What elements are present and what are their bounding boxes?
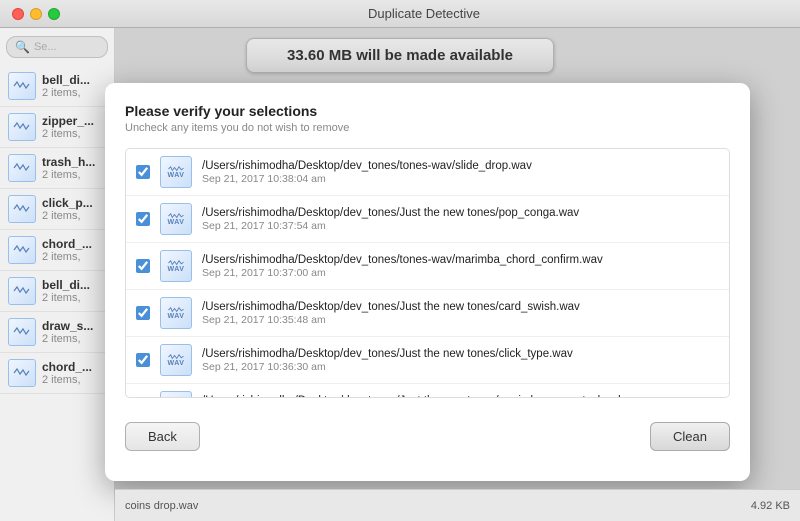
file-item-1: WAV /Users/rishimodha/Desktop/dev_tones/…: [126, 196, 729, 243]
search-icon: 🔍: [15, 40, 30, 54]
clean-button[interactable]: Clean: [650, 422, 730, 451]
sidebar-item-sub-2: 2 items,: [42, 169, 95, 181]
sidebar-item-name-1: zipper_...: [42, 114, 94, 128]
bottom-bar: coins drop.wav 4.92 KB: [115, 489, 800, 521]
file-info-2: /Users/rishimodha/Desktop/dev_tones/tone…: [202, 254, 719, 279]
sidebar-file-icon-4: [8, 236, 36, 264]
sidebar-file-icon-7: [8, 359, 36, 387]
sidebar-file-icon-0: [8, 72, 36, 100]
sidebar-item-6[interactable]: draw_s... 2 items,: [0, 312, 114, 353]
file-item-3: WAV /Users/rishimodha/Desktop/dev_tones/…: [126, 290, 729, 337]
modal-dialog: Please verify your selections Uncheck an…: [105, 83, 750, 481]
file-checkbox-0[interactable]: [136, 165, 150, 179]
wav-file-icon-0: WAV: [160, 156, 192, 188]
file-path-4: /Users/rishimodha/Desktop/dev_tones/Just…: [202, 348, 719, 360]
sidebar-file-icon-5: [8, 277, 36, 305]
modal-subtitle: Uncheck any items you do not wish to rem…: [125, 122, 730, 134]
wav-file-icon-5: WAV: [160, 391, 192, 397]
file-date-0: Sep 21, 2017 10:38:04 am: [202, 173, 719, 185]
sidebar-item-sub-3: 2 items,: [42, 210, 93, 222]
file-item-4: WAV /Users/rishimodha/Desktop/dev_tones/…: [126, 337, 729, 384]
sidebar-item-0[interactable]: bell_di... 2 items,: [0, 66, 114, 107]
sidebar-item-sub-7: 2 items,: [42, 374, 92, 386]
file-path-2: /Users/rishimodha/Desktop/dev_tones/tone…: [202, 254, 719, 266]
back-button[interactable]: Back: [125, 422, 200, 451]
file-info-4: /Users/rishimodha/Desktop/dev_tones/Just…: [202, 348, 719, 373]
sidebar-item-5[interactable]: bell_di... 2 items,: [0, 271, 114, 312]
sidebar-item-sub-0: 2 items,: [42, 87, 90, 99]
sidebar-item-name-0: bell_di...: [42, 73, 90, 87]
file-info-3: /Users/rishimodha/Desktop/dev_tones/Just…: [202, 301, 719, 326]
close-button[interactable]: [12, 8, 24, 20]
sidebar-file-icon-6: [8, 318, 36, 346]
file-item-2: WAV /Users/rishimodha/Desktop/dev_tones/…: [126, 243, 729, 290]
maximize-button[interactable]: [48, 8, 60, 20]
bottom-bar-text: coins drop.wav: [125, 500, 198, 512]
sidebar-item-name-2: trash_h...: [42, 155, 95, 169]
sidebar-item-sub-6: 2 items,: [42, 333, 93, 345]
sidebar-item-name-3: click_p...: [42, 196, 93, 210]
file-list: WAV /Users/rishimodha/Desktop/dev_tones/…: [125, 148, 730, 398]
file-item-5: WAV /Users/rishimodha/Desktop/dev_tones/…: [126, 384, 729, 397]
file-path-3: /Users/rishimodha/Desktop/dev_tones/Just…: [202, 301, 719, 313]
file-date-3: Sep 21, 2017 10:35:48 am: [202, 314, 719, 326]
file-info-0: /Users/rishimodha/Desktop/dev_tones/tone…: [202, 160, 719, 185]
search-placeholder: Se...: [34, 41, 57, 53]
sidebar-item-sub-5: 2 items,: [42, 292, 90, 304]
file-info-5: /Users/rishimodha/Desktop/dev_tones/Just…: [202, 395, 719, 398]
window-title: Duplicate Detective: [60, 6, 788, 21]
file-date-2: Sep 21, 2017 10:37:00 am: [202, 267, 719, 279]
sidebar-file-icon-1: [8, 113, 36, 141]
file-path-0: /Users/rishimodha/Desktop/dev_tones/tone…: [202, 160, 719, 172]
wav-file-icon-2: WAV: [160, 250, 192, 282]
file-info-1: /Users/rishimodha/Desktop/dev_tones/Just…: [202, 207, 719, 232]
wav-file-icon-3: WAV: [160, 297, 192, 329]
file-path-5: /Users/rishimodha/Desktop/dev_tones/Just…: [202, 395, 719, 398]
sidebar-item-3[interactable]: click_p... 2 items,: [0, 189, 114, 230]
file-date-1: Sep 21, 2017 10:37:54 am: [202, 220, 719, 232]
file-date-4: Sep 21, 2017 10:36:30 am: [202, 361, 719, 373]
sidebar-item-4[interactable]: chord_... 2 items,: [0, 230, 114, 271]
traffic-lights: [12, 8, 60, 20]
sidebar-item-name-4: chord_...: [42, 237, 92, 251]
file-checkbox-3[interactable]: [136, 306, 150, 320]
file-path-1: /Users/rishimodha/Desktop/dev_tones/Just…: [202, 207, 719, 219]
modal-title: Please verify your selections: [125, 103, 730, 119]
modal-content: WAV /Users/rishimodha/Desktop/dev_tones/…: [125, 148, 730, 451]
size-header: 33.60 MB will be made available: [246, 38, 554, 73]
sidebar-item-name-7: chord_...: [42, 360, 92, 374]
file-item-0: WAV /Users/rishimodha/Desktop/dev_tones/…: [126, 149, 729, 196]
wav-file-icon-1: WAV: [160, 203, 192, 235]
file-checkbox-1[interactable]: [136, 212, 150, 226]
modal-footer: Back Clean: [125, 422, 730, 451]
sidebar-item-name-6: draw_s...: [42, 319, 93, 333]
sidebar-item-sub-1: 2 items,: [42, 128, 94, 140]
sidebar-item-7[interactable]: chord_... 2 items,: [0, 353, 114, 394]
sidebar: 🔍 Se... bell_di... 2 items, zipper_: [0, 28, 115, 521]
file-list-inner[interactable]: WAV /Users/rishimodha/Desktop/dev_tones/…: [126, 149, 729, 397]
window-chrome: Duplicate Detective: [0, 0, 800, 28]
sidebar-item-name-5: bell_di...: [42, 278, 90, 292]
sidebar-item-sub-4: 2 items,: [42, 251, 92, 263]
sidebar-search[interactable]: 🔍 Se...: [6, 36, 108, 58]
sidebar-file-icon-2: [8, 154, 36, 182]
app-background: 33.60 MB will be made available 🔍 Se... …: [0, 28, 800, 521]
file-checkbox-2[interactable]: [136, 259, 150, 273]
file-checkbox-4[interactable]: [136, 353, 150, 367]
sidebar-file-icon-3: [8, 195, 36, 223]
minimize-button[interactable]: [30, 8, 42, 20]
sidebar-item-1[interactable]: zipper_... 2 items,: [0, 107, 114, 148]
sidebar-item-2[interactable]: trash_h... 2 items,: [0, 148, 114, 189]
bottom-bar-size: 4.92 KB: [751, 500, 790, 512]
wav-file-icon-4: WAV: [160, 344, 192, 376]
